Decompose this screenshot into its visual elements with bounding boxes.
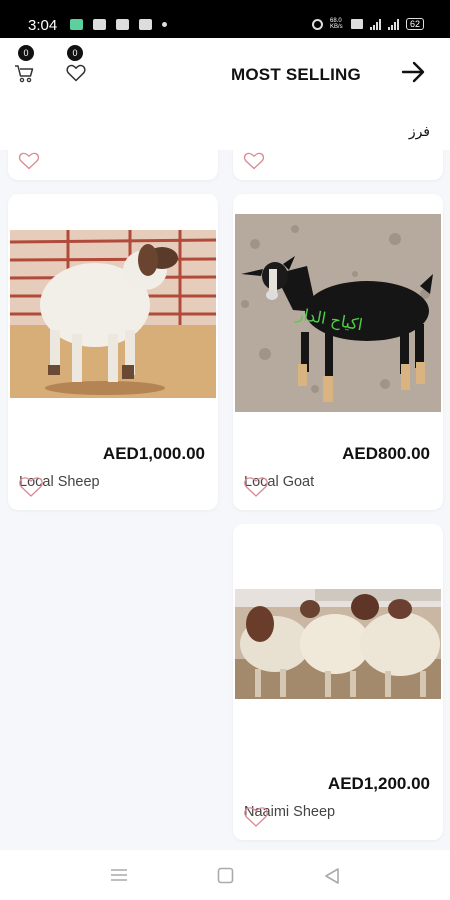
favorite-heart-icon[interactable] bbox=[243, 476, 269, 503]
product-card[interactable]: AED1,000.00 Local Sheep bbox=[8, 194, 218, 510]
home-square-icon[interactable] bbox=[217, 867, 234, 889]
back-triangle-icon[interactable] bbox=[323, 867, 341, 890]
product-image: اكياح الدار bbox=[235, 214, 441, 412]
product-card-partial[interactable] bbox=[8, 150, 218, 180]
product-price: AED1,200.00 bbox=[327, 774, 430, 793]
forward-arrow-icon[interactable] bbox=[401, 60, 427, 89]
product-image bbox=[10, 230, 216, 398]
signal-2-icon bbox=[387, 18, 399, 30]
favorite-heart-icon[interactable] bbox=[18, 476, 44, 503]
favorites-heart-icon[interactable] bbox=[66, 64, 86, 87]
more-dot-icon bbox=[162, 22, 167, 27]
status-time: 3:04 bbox=[28, 17, 58, 34]
product-card[interactable]: اكياح الدار AED800.00 Local Goat bbox=[233, 194, 443, 510]
mail-icon bbox=[116, 19, 129, 30]
product-image bbox=[235, 589, 441, 699]
volte-icon bbox=[350, 19, 363, 29]
product-card-partial[interactable] bbox=[233, 150, 443, 180]
page-title: MOST SELLING bbox=[231, 65, 361, 84]
sort-button[interactable]: فرز bbox=[409, 123, 430, 140]
product-grid: AED1,000.00 Local Sheep اكياح الدار AED8… bbox=[0, 150, 450, 850]
battery-icon: 62 bbox=[405, 18, 424, 30]
product-price: AED800.00 bbox=[342, 444, 430, 463]
signal-icon bbox=[369, 18, 381, 30]
product-card[interactable]: AED1,200.00 Naaimi Sheep bbox=[233, 524, 443, 840]
network-speed: 68.0 KB/s bbox=[329, 18, 343, 30]
system-nav-bar bbox=[0, 850, 450, 900]
app-header: 0 0 MOST SELLING فرز bbox=[0, 38, 450, 150]
favorite-heart-icon[interactable] bbox=[243, 152, 265, 175]
favorites-count-badge: 0 bbox=[67, 45, 83, 61]
app-notification-icon bbox=[70, 19, 83, 30]
favorite-heart-icon[interactable] bbox=[243, 806, 269, 833]
alarm-icon bbox=[311, 18, 323, 30]
cart-icon[interactable] bbox=[14, 64, 36, 89]
status-bar: 3:04 68.0 KB/s 62 bbox=[0, 0, 450, 38]
notification-icons bbox=[70, 19, 167, 30]
telegram-icon bbox=[93, 19, 106, 30]
cart-count-badge: 0 bbox=[18, 45, 34, 61]
product-price: AED1,000.00 bbox=[102, 444, 205, 463]
messenger-icon bbox=[139, 19, 152, 30]
system-status-icons: 68.0 KB/s 62 bbox=[311, 18, 424, 30]
menu-icon[interactable] bbox=[110, 867, 128, 888]
favorite-heart-icon[interactable] bbox=[18, 152, 40, 175]
